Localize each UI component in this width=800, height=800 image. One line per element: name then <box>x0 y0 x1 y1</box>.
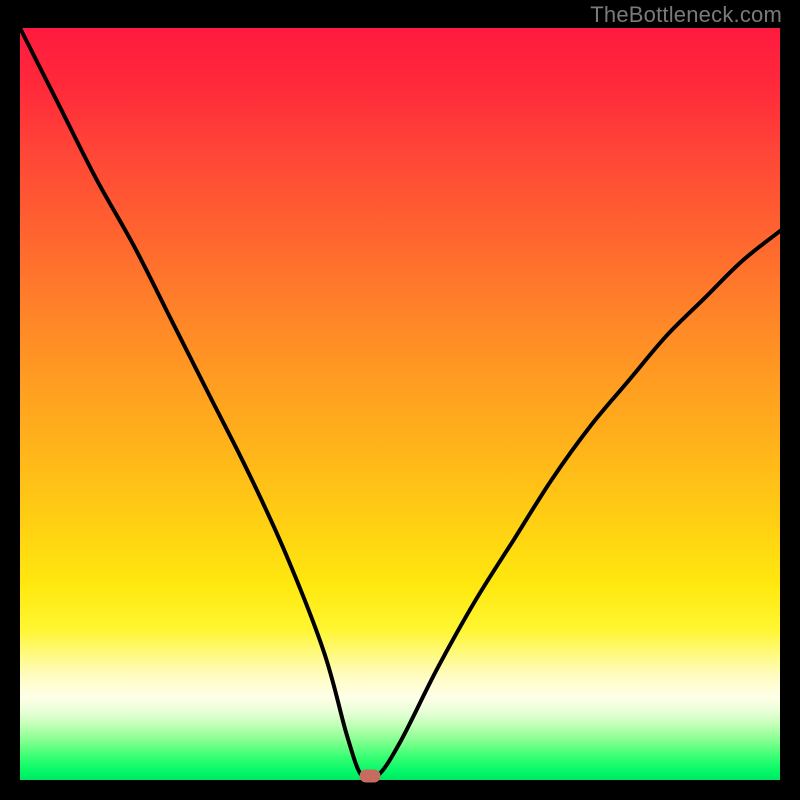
curve-path <box>20 28 780 780</box>
plot-area <box>20 28 780 780</box>
watermark-text: TheBottleneck.com <box>590 2 782 28</box>
bottleneck-curve <box>20 28 780 780</box>
minimum-marker <box>359 770 380 783</box>
chart-frame: TheBottleneck.com <box>0 0 800 800</box>
